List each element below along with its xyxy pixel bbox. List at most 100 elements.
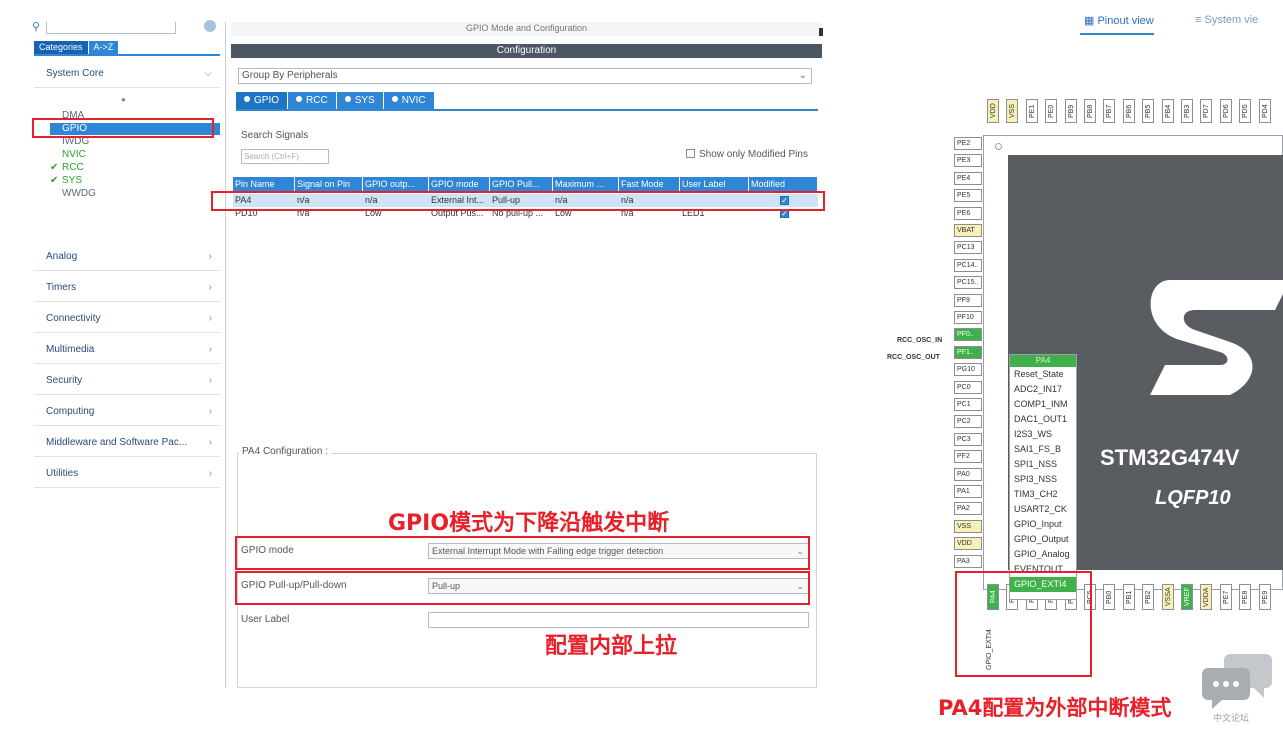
pin-pb2[interactable]: PB2	[1142, 584, 1155, 610]
pin-pf2[interactable]: PF2	[954, 450, 982, 464]
category-analog[interactable]: Analog ›	[34, 249, 220, 265]
pin-pe4[interactable]: PE4	[954, 171, 982, 185]
sidebar-item-wwdg[interactable]: WWDG	[50, 188, 220, 200]
pin-pb5[interactable]: PB5	[1142, 99, 1155, 123]
search-input[interactable]	[46, 22, 176, 34]
category-computing[interactable]: Computing ›	[34, 404, 220, 420]
tab-nvic[interactable]: NVIC	[383, 92, 434, 109]
pin-pc14[interactable]: PC14..	[954, 258, 982, 272]
pin-vdd[interactable]: VDD	[954, 537, 982, 551]
menu-item-i2s3_ws[interactable]: I2S3_WS	[1010, 427, 1076, 442]
pin-pd7[interactable]: PD7	[1200, 99, 1213, 123]
column-header[interactable]: Fast Mode	[619, 177, 680, 191]
pin-pd5[interactable]: PD5	[1239, 99, 1252, 123]
pin-pb6[interactable]: PB6	[1122, 99, 1135, 123]
column-header[interactable]: Modified	[749, 177, 818, 191]
menu-item-spi1_nss[interactable]: SPI1_NSS	[1010, 457, 1076, 472]
tab-system-view[interactable]: ≡ System vie	[1195, 14, 1258, 26]
column-header[interactable]: Signal on Pin	[295, 177, 363, 191]
category-timers[interactable]: Timers ›	[34, 280, 220, 296]
pin-pa0[interactable]: PA0	[954, 467, 982, 481]
show-modified-toggle[interactable]: Show only Modified Pins	[686, 148, 808, 161]
pin-pc15[interactable]: PC15..	[954, 276, 982, 290]
pin-pc2[interactable]: PC2	[954, 415, 982, 429]
column-header[interactable]: GPIO mode	[429, 177, 490, 191]
group-by-select[interactable]: Group By Peripherals ⌄	[238, 68, 812, 84]
pin-pe7[interactable]: PE7	[1219, 584, 1232, 610]
pin-pe3[interactable]: PE3	[954, 154, 982, 168]
menu-item-adc2_in17[interactable]: ADC2_IN17	[1010, 382, 1076, 397]
pin-pf9[interactable]: PF9	[954, 293, 982, 307]
pin-pa3[interactable]: PA3	[954, 554, 982, 568]
column-header[interactable]: GPIO outp...	[363, 177, 429, 191]
tab-sys[interactable]: SYS	[336, 92, 383, 109]
pin-pa2[interactable]: PA2	[954, 502, 982, 516]
pin-pc0[interactable]: PC0	[954, 380, 982, 394]
category-utilities[interactable]: Utilities ›	[34, 466, 220, 482]
pin-pb0[interactable]: PB0	[1103, 584, 1116, 610]
menu-item-comp1_inm[interactable]: COMP1_INM	[1010, 397, 1076, 412]
pin-pc1[interactable]: PC1	[954, 398, 982, 411]
chat-icon[interactable]	[1202, 652, 1272, 712]
column-header[interactable]: Pin Name	[233, 177, 295, 191]
pin-pb8[interactable]: PB8	[1084, 99, 1096, 123]
pin-pe9[interactable]: PE9	[1258, 584, 1271, 610]
pin-vdda[interactable]: VDDA	[1200, 584, 1213, 610]
pin-pe2[interactable]: PE2	[954, 137, 982, 150]
category-middleware-and-software-pac-[interactable]: Middleware and Software Pac... ›	[34, 435, 220, 451]
checkbox[interactable]	[686, 148, 695, 158]
sidebar-item-rcc[interactable]: ✔ RCC	[50, 162, 220, 174]
pin-pe8[interactable]: PE8	[1239, 584, 1252, 610]
menu-item-gpio_analog[interactable]: GPIO_Analog	[1010, 547, 1076, 562]
gear-icon[interactable]	[204, 20, 216, 32]
tab-a-z[interactable]: A->Z	[88, 41, 119, 54]
pin-pg10[interactable]: PG10	[954, 363, 982, 377]
column-header[interactable]: Maximum ...	[553, 177, 619, 191]
tab-rcc[interactable]: RCC	[288, 92, 336, 109]
pin-pb9[interactable]: PB9	[1064, 99, 1077, 123]
menu-item-reset_state[interactable]: Reset_State	[1010, 367, 1076, 382]
search-icon[interactable]: ⚲	[32, 20, 42, 33]
pin-pc13[interactable]: PC13	[954, 241, 982, 255]
pin-pe1[interactable]: PE1	[1025, 99, 1038, 123]
pin-vdd[interactable]: VDD	[987, 99, 999, 123]
tab-categories[interactable]: Categories	[34, 41, 88, 54]
sidebar-item-nvic[interactable]: NVIC	[50, 149, 220, 161]
menu-item-tim3_ch2[interactable]: TIM3_CH2	[1010, 487, 1076, 502]
pin-pe6[interactable]: PE6	[954, 206, 982, 220]
menu-item-sai1_fs_b[interactable]: SAI1_FS_B	[1010, 442, 1076, 457]
tab-pinout-view[interactable]: ▦ Pinout view	[1084, 14, 1154, 27]
menu-item-gpio_output[interactable]: GPIO_Output	[1010, 532, 1076, 547]
collapse-handle[interactable]	[819, 28, 823, 36]
pin-vbat[interactable]: VBAT	[954, 224, 982, 237]
pin-pd4[interactable]: PD4	[1258, 99, 1271, 123]
pin-pe5[interactable]: PE5	[954, 189, 982, 203]
pin-pa1[interactable]: PA1	[954, 485, 982, 498]
pin-pb3[interactable]: PB3	[1181, 99, 1193, 123]
pin-pb7[interactable]: PB7	[1103, 99, 1116, 123]
pin-pf1[interactable]: PF1..	[954, 345, 982, 359]
pin-pf0[interactable]: PF0..	[954, 328, 982, 342]
category-system-core[interactable]: System Core ⌵	[34, 66, 220, 82]
category-multimedia[interactable]: Multimedia ›	[34, 342, 220, 358]
category-connectivity[interactable]: Connectivity ›	[34, 311, 220, 327]
search-signals-input[interactable]: Search (Ctrl+F)	[241, 149, 329, 164]
pin-vssa[interactable]: VSSA	[1161, 584, 1174, 610]
pin-pf10[interactable]: PF10	[954, 311, 982, 324]
pin-pb1[interactable]: PB1	[1122, 584, 1135, 610]
pin-vss[interactable]: VSS	[1006, 99, 1019, 123]
column-header[interactable]: GPIO Pull...	[490, 177, 553, 191]
menu-item-gpio_input[interactable]: GPIO_Input	[1010, 517, 1076, 532]
pin-pc3[interactable]: PC3	[954, 432, 982, 446]
sidebar-item-sys[interactable]: ✔ SYS	[50, 175, 220, 187]
pin-pe0[interactable]: PE0	[1045, 99, 1058, 123]
pin-vss[interactable]: VSS	[954, 519, 982, 533]
column-header[interactable]: User Label	[680, 177, 749, 191]
pin-vref[interactable]: VREF	[1181, 584, 1193, 610]
pin-pb4[interactable]: PB4	[1161, 99, 1174, 123]
category-security[interactable]: Security ›	[34, 373, 220, 389]
menu-item-dac1_out1[interactable]: DAC1_OUT1	[1010, 412, 1076, 427]
pin-pd6[interactable]: PD6	[1219, 99, 1232, 123]
user-label-input[interactable]	[428, 612, 809, 628]
menu-item-spi3_nss[interactable]: SPI3_NSS	[1010, 472, 1076, 487]
